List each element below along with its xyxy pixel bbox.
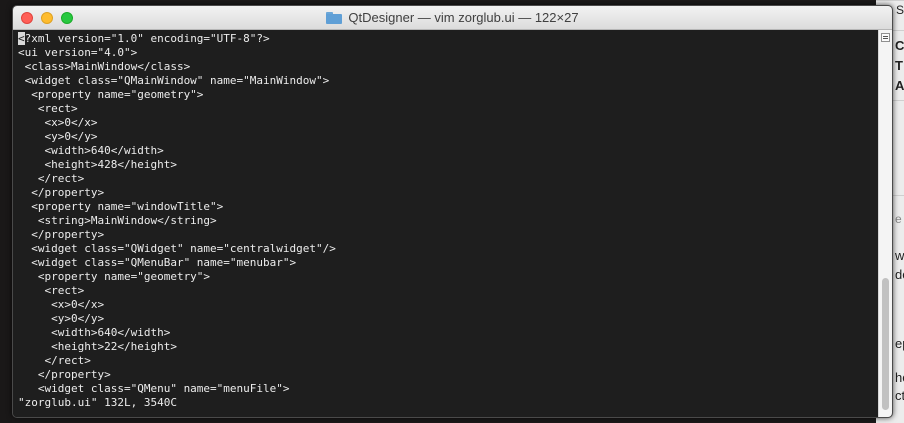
window-title: QtDesigner — vim zorglub.ui — 122×27 bbox=[13, 6, 892, 29]
fragment: ep bbox=[895, 336, 904, 351]
vertical-scrollbar[interactable] bbox=[878, 30, 892, 417]
code-line: </rect> bbox=[18, 354, 91, 367]
code-line: <rect> bbox=[18, 102, 78, 115]
code-line: <height>428</height> bbox=[18, 158, 177, 171]
code-line: <width>640</width> bbox=[18, 144, 164, 157]
code-line: </property> bbox=[18, 368, 111, 381]
terminal-window[interactable]: QtDesigner — vim zorglub.ui — 122×27 <?x… bbox=[12, 5, 893, 418]
scrollbar-menu-icon[interactable] bbox=[881, 33, 890, 42]
code-line-text: ?xml version="1.0" encoding="UTF-8"?> bbox=[24, 32, 270, 45]
fragment: A bbox=[895, 78, 904, 93]
fragment: e r bbox=[895, 212, 904, 226]
code-line: <height>22</height> bbox=[18, 340, 177, 353]
code-line: <x>0</x> bbox=[18, 116, 98, 129]
code-line: <width>640</width> bbox=[18, 326, 171, 339]
text-cursor: < bbox=[18, 32, 25, 45]
code-line: <property name="windowTitle"> bbox=[18, 200, 224, 213]
fragment-top: S bbox=[896, 3, 904, 17]
fragment: T bbox=[895, 58, 903, 73]
code-line: <class>MainWindow</class> bbox=[18, 60, 191, 73]
code-line: <y>0</y> bbox=[18, 312, 105, 325]
code-line: <widget class="QWidget" name="centralwid… bbox=[18, 242, 336, 255]
fragment: C bbox=[895, 38, 904, 53]
code-line: <widget class="QMenu" name="menuFile"> bbox=[18, 382, 290, 395]
code-line: <widget class="QMainWindow" name="MainWi… bbox=[18, 74, 330, 87]
desktop-background bbox=[0, 0, 12, 423]
code-line: <x>0</x> bbox=[18, 298, 105, 311]
fragment: ct bbox=[895, 388, 904, 403]
code-line: </property> bbox=[18, 186, 105, 199]
fragment: w bbox=[895, 248, 904, 263]
code-line: </rect> bbox=[18, 172, 85, 185]
code-line: <y>0</y> bbox=[18, 130, 98, 143]
code-line: <property name="geometry"> bbox=[18, 270, 211, 283]
divider bbox=[876, 0, 904, 1]
code-line: <widget class="QMenuBar" name="menubar"> bbox=[18, 256, 297, 269]
folder-icon bbox=[326, 11, 343, 24]
scrollbar-thumb[interactable] bbox=[882, 278, 889, 410]
window-title-text: QtDesigner — vim zorglub.ui — 122×27 bbox=[348, 10, 579, 25]
editor-buffer[interactable]: <?xml version="1.0" encoding="UTF-8"?> <… bbox=[13, 30, 878, 417]
code-line: <string>MainWindow</string> bbox=[18, 214, 217, 227]
fragment: de bbox=[895, 267, 904, 282]
code-line: <?xml version="1.0" encoding="UTF-8"?> bbox=[18, 32, 270, 46]
code-line: </property> bbox=[18, 228, 105, 241]
code-line: <ui version="4.0"> bbox=[18, 46, 138, 59]
fragment: he bbox=[895, 370, 904, 385]
status-line: "zorglub.ui" 132L, 3540C bbox=[18, 396, 177, 409]
title-bar[interactable]: QtDesigner — vim zorglub.ui — 122×27 bbox=[13, 6, 892, 30]
code-line: <property name="geometry"> bbox=[18, 88, 204, 101]
code-line: <rect> bbox=[18, 284, 85, 297]
